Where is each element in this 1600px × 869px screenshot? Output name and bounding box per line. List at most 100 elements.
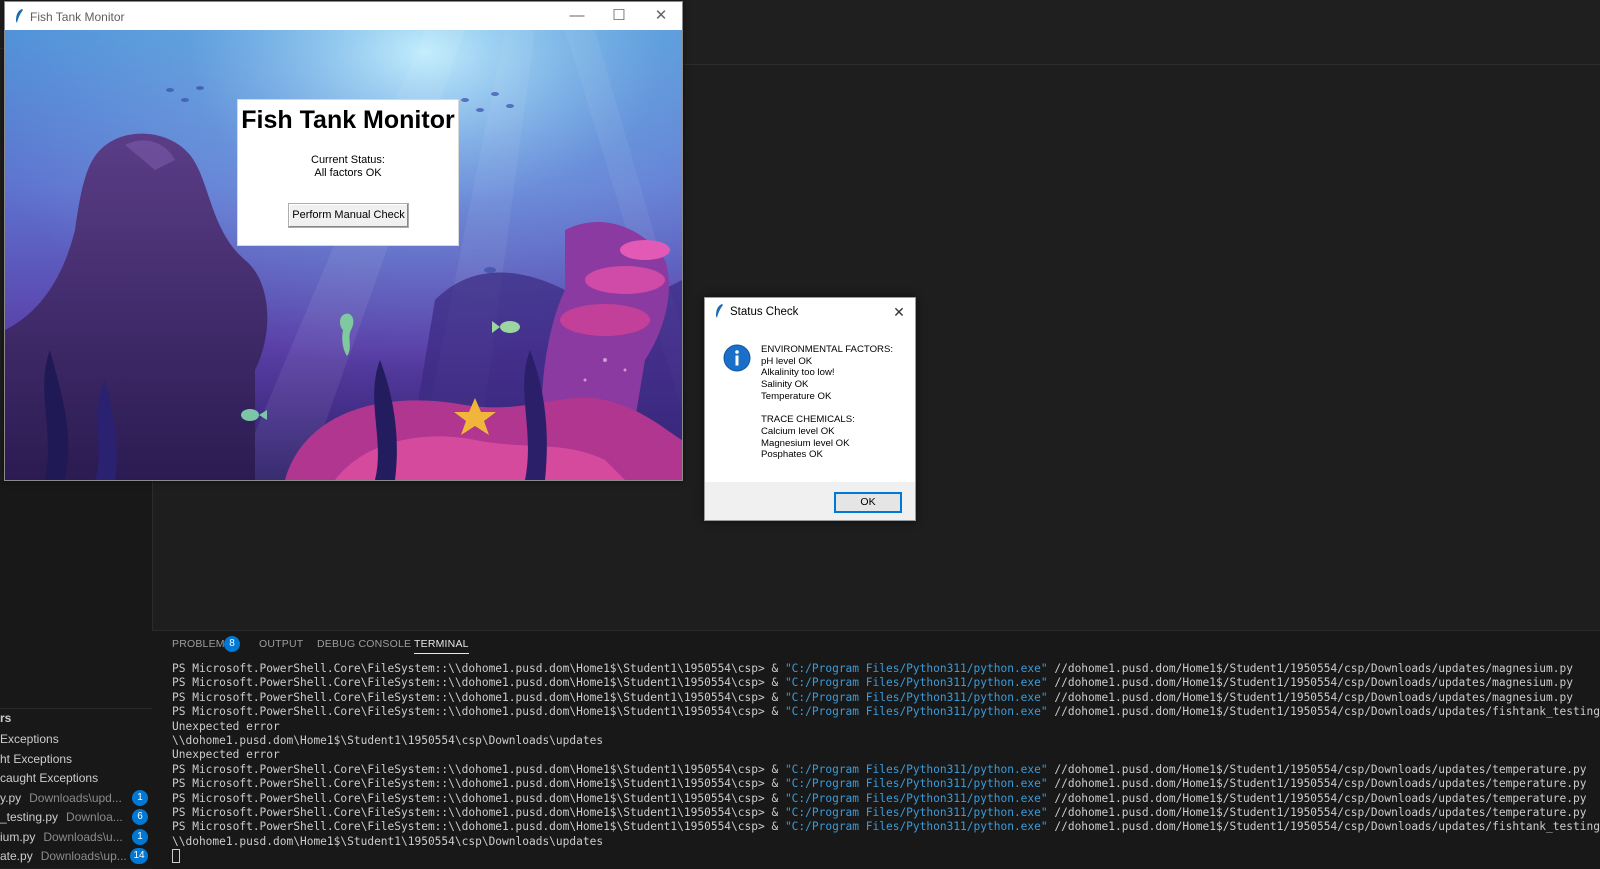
terminal-prompt: PS Microsoft.PowerShell.Core\FileSystem:… bbox=[172, 805, 785, 819]
sidebar-item-path: Downloads\up... bbox=[40, 849, 127, 863]
sidebar-item-path: Downloads\upd... bbox=[29, 791, 122, 805]
terminal-line: PS Microsoft.PowerShell.Core\FileSystem:… bbox=[172, 777, 1592, 791]
terminal-output[interactable]: PS Microsoft.PowerShell.Core\FileSystem:… bbox=[172, 662, 1600, 864]
dialog-footer: OK bbox=[705, 482, 915, 520]
terminal-cursor bbox=[172, 849, 180, 864]
fish-tank-window: Fish Tank Monitor — ☐ ✕ Fish Tank Monito… bbox=[4, 1, 683, 481]
terminal-line: \\dohome1.pusd.dom\Home1$\Student1\19505… bbox=[172, 734, 1592, 748]
sidebar-list-item[interactable]: Exceptions bbox=[0, 730, 152, 748]
terminal-input-line[interactable] bbox=[172, 849, 1592, 864]
problems-count-badge: 8 bbox=[224, 636, 240, 652]
dialog-message: ENVIRONMENTAL FACTORS: pH level OK Alkal… bbox=[761, 344, 894, 461]
close-button[interactable]: ✕ bbox=[640, 2, 682, 30]
feather-icon bbox=[716, 304, 723, 318]
status-label: Current Status: bbox=[311, 154, 385, 166]
script-path: //dohome1.pusd.dom/Home1$/Student1/19505… bbox=[1047, 820, 1600, 834]
sidebar-list-item[interactable]: ium.py Downloads\u... 1 bbox=[0, 828, 152, 846]
terminal-line: Unexpected error bbox=[172, 720, 1592, 734]
breakpoints-heading[interactable]: rs bbox=[0, 711, 11, 725]
sidebar-list-item[interactable]: ate.py Downloads\up... 14 bbox=[0, 847, 152, 865]
script-path: //dohome1.pusd.dom/Home1$/Student1/19505… bbox=[1047, 690, 1573, 704]
python-path-string: "C:/Program Files/Python311/python.exe" bbox=[784, 705, 1048, 719]
tab-terminal[interactable]: TERMINAL bbox=[414, 638, 469, 654]
sidebar-list-item[interactable]: caught Exceptions bbox=[0, 769, 152, 787]
sidebar-item-label: ium.py bbox=[0, 830, 36, 844]
tab-output[interactable]: OUTPUT bbox=[259, 638, 303, 650]
sidebar-list-item[interactable]: _testing.py Downloa... 6 bbox=[0, 808, 152, 826]
terminal-line: PS Microsoft.PowerShell.Core\FileSystem:… bbox=[172, 662, 1592, 676]
ok-button[interactable]: OK bbox=[834, 492, 902, 513]
terminal-prompt: PS Microsoft.PowerShell.Core\FileSystem:… bbox=[172, 662, 785, 675]
problem-count-badge: 1 bbox=[132, 829, 148, 845]
sidebar-item-path: Downloa... bbox=[66, 810, 123, 824]
terminal-prompt: PS Microsoft.PowerShell.Core\FileSystem:… bbox=[172, 791, 785, 805]
maximize-button[interactable]: ☐ bbox=[598, 2, 640, 30]
dialog-title: Status Check bbox=[730, 306, 799, 318]
script-path: //dohome1.pusd.dom/Home1$/Student1/19505… bbox=[1047, 676, 1573, 690]
problem-count-badge: 1 bbox=[132, 790, 148, 806]
script-path: //dohome1.pusd.dom/Home1$/Student1/19505… bbox=[1047, 662, 1573, 675]
underwater-background-image bbox=[5, 30, 682, 480]
dialog-close-button[interactable]: ✕ bbox=[887, 300, 911, 324]
script-path: //dohome1.pusd.dom/Home1$/Student1/19505… bbox=[1047, 791, 1587, 805]
card-heading: Fish Tank Monitor bbox=[241, 106, 455, 134]
python-path-string: "C:/Program Files/Python311/python.exe" bbox=[784, 690, 1048, 704]
terminal-text: \\dohome1.pusd.dom\Home1$\Student1\19505… bbox=[172, 834, 604, 848]
monitor-card: Fish Tank Monitor Current Status: All fa… bbox=[237, 99, 459, 246]
window-titlebar[interactable]: Fish Tank Monitor — ☐ ✕ bbox=[5, 2, 682, 30]
python-path-string: "C:/Program Files/Python311/python.exe" bbox=[784, 662, 1048, 675]
tab-problems[interactable]: PROBLEMS bbox=[172, 638, 232, 650]
terminal-prompt: PS Microsoft.PowerShell.Core\FileSystem:… bbox=[172, 705, 785, 719]
problem-count-badge: 14 bbox=[130, 848, 148, 864]
terminal-prompt: PS Microsoft.PowerShell.Core\FileSystem:… bbox=[172, 820, 785, 834]
minimize-button[interactable]: — bbox=[556, 2, 598, 30]
python-path-string: "C:/Program Files/Python311/python.exe" bbox=[784, 676, 1048, 690]
editor-tab-bar bbox=[680, 48, 1600, 65]
sidebar-list-item[interactable]: y.py Downloads\upd... 1 bbox=[0, 789, 152, 807]
perform-manual-check-button[interactable]: Perform Manual Check bbox=[288, 203, 409, 228]
terminal-text: \\dohome1.pusd.dom\Home1$\Student1\19505… bbox=[172, 733, 604, 747]
terminal-line: Unexpected error bbox=[172, 748, 1592, 762]
terminal-text: Unexpected error bbox=[172, 719, 280, 733]
feather-icon bbox=[16, 9, 23, 23]
terminal-prompt: PS Microsoft.PowerShell.Core\FileSystem:… bbox=[172, 690, 785, 704]
terminal-line: PS Microsoft.PowerShell.Core\FileSystem:… bbox=[172, 820, 1600, 834]
status-check-dialog: Status Check ✕ ENVIRONMENTAL FACTORS: pH… bbox=[704, 297, 916, 521]
terminal-prompt: PS Microsoft.PowerShell.Core\FileSystem:… bbox=[172, 676, 785, 690]
tab-debug-console[interactable]: DEBUG CONSOLE bbox=[317, 638, 411, 650]
terminal-line: PS Microsoft.PowerShell.Core\FileSystem:… bbox=[172, 705, 1600, 719]
status-value: All factors OK bbox=[314, 167, 382, 179]
sidebar-item-label: ate.py bbox=[0, 849, 33, 863]
sidebar-item-label: caught Exceptions bbox=[0, 771, 99, 785]
terminal-prompt: PS Microsoft.PowerShell.Core\FileSystem:… bbox=[172, 762, 785, 776]
sidebar-item-path: Downloads\u... bbox=[43, 830, 123, 844]
dialog-body: ENVIRONMENTAL FACTORS: pH level OK Alkal… bbox=[705, 326, 915, 482]
terminal-line: PS Microsoft.PowerShell.Core\FileSystem:… bbox=[172, 763, 1592, 777]
problem-count-badge: 6 bbox=[132, 809, 148, 825]
python-path-string: "C:/Program Files/Python311/python.exe" bbox=[784, 805, 1048, 819]
python-path-string: "C:/Program Files/Python311/python.exe" bbox=[784, 762, 1048, 776]
script-path: //dohome1.pusd.dom/Home1$/Student1/19505… bbox=[1047, 705, 1600, 719]
terminal-prompt: PS Microsoft.PowerShell.Core\FileSystem:… bbox=[172, 777, 785, 791]
sidebar-item-label: y.py bbox=[0, 791, 22, 805]
terminal-line: PS Microsoft.PowerShell.Core\FileSystem:… bbox=[172, 792, 1592, 806]
sidebar-list-item[interactable]: ht Exceptions bbox=[0, 750, 152, 768]
terminal-line: PS Microsoft.PowerShell.Core\FileSystem:… bbox=[172, 676, 1592, 690]
terminal-line: \\dohome1.pusd.dom\Home1$\Student1\19505… bbox=[172, 835, 1592, 849]
sidebar-item-label: ht Exceptions bbox=[0, 752, 73, 766]
script-path: //dohome1.pusd.dom/Home1$/Student1/19505… bbox=[1047, 762, 1587, 776]
script-path: //dohome1.pusd.dom/Home1$/Student1/19505… bbox=[1047, 777, 1587, 791]
window-title: Fish Tank Monitor bbox=[30, 10, 125, 24]
terminal-line: PS Microsoft.PowerShell.Core\FileSystem:… bbox=[172, 806, 1592, 820]
terminal-line: PS Microsoft.PowerShell.Core\FileSystem:… bbox=[172, 691, 1592, 705]
info-icon bbox=[723, 344, 751, 372]
python-path-string: "C:/Program Files/Python311/python.exe" bbox=[784, 820, 1048, 834]
terminal-text: Unexpected error bbox=[172, 748, 280, 762]
script-path: //dohome1.pusd.dom/Home1$/Student1/19505… bbox=[1047, 805, 1587, 819]
sidebar-item-label: _testing.py bbox=[0, 810, 59, 824]
status-text: Current Status: All factors OK bbox=[238, 154, 458, 180]
python-path-string: "C:/Program Files/Python311/python.exe" bbox=[784, 791, 1048, 805]
sidebar-item-label: Exceptions bbox=[0, 732, 59, 746]
sidebar-divider bbox=[0, 708, 152, 709]
python-path-string: "C:/Program Files/Python311/python.exe" bbox=[784, 777, 1048, 791]
